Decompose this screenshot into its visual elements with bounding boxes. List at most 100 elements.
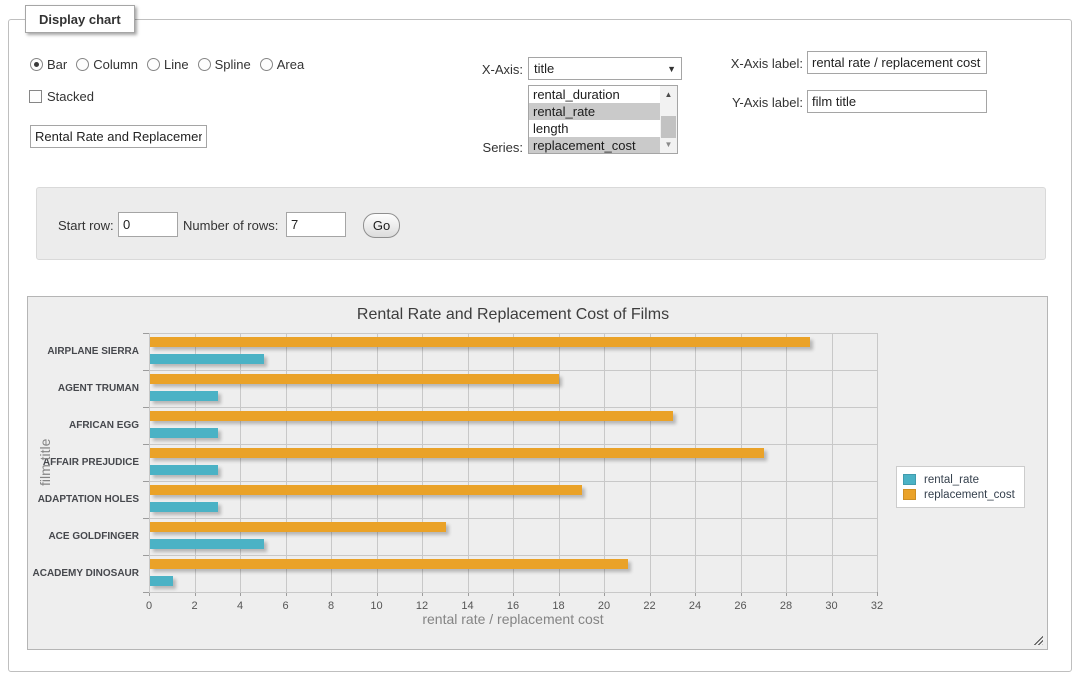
resize-handle-icon[interactable] bbox=[1032, 634, 1043, 645]
bar-rental_rate bbox=[150, 428, 218, 438]
x-axis-select-value: title bbox=[529, 61, 667, 76]
chart-type-option-line[interactable]: Line bbox=[147, 57, 189, 72]
legend-swatch-replacement_cost bbox=[903, 489, 916, 500]
num-rows-input[interactable] bbox=[286, 212, 346, 237]
row-range-panel: Start row: Number of rows: Go bbox=[36, 187, 1046, 260]
bar-rental_rate bbox=[150, 502, 218, 512]
radio-icon[interactable] bbox=[30, 58, 43, 71]
bar-rental_rate bbox=[150, 539, 264, 549]
series-option-rental_rate[interactable]: rental_rate bbox=[529, 103, 660, 120]
chart-type-option-label: Column bbox=[93, 57, 138, 72]
bar-replacement_cost bbox=[150, 374, 559, 384]
chart-type-option-label: Spline bbox=[215, 57, 251, 72]
bar-replacement_cost bbox=[150, 522, 446, 532]
series-options: rental_durationrental_ratelengthreplacem… bbox=[529, 86, 660, 153]
chart-type-option-area[interactable]: Area bbox=[260, 57, 304, 72]
radio-icon[interactable] bbox=[76, 58, 89, 71]
bar-rental_rate bbox=[150, 465, 218, 475]
y-tick-mark bbox=[143, 555, 149, 556]
y-axis-label-label: Y-Axis label: bbox=[700, 95, 803, 110]
x-axis-select[interactable]: title ▼ bbox=[528, 57, 682, 80]
y-tick-mark bbox=[143, 444, 149, 445]
legend-entry-rental_rate: rental_rate bbox=[903, 472, 1015, 487]
series-listbox-scrollbar[interactable]: ▲ ▼ bbox=[660, 86, 677, 153]
legend-swatch-rental_rate bbox=[903, 474, 916, 485]
series-option-rental_duration[interactable]: rental_duration bbox=[529, 86, 660, 103]
gridline bbox=[741, 333, 742, 592]
x-axis-label-input[interactable] bbox=[807, 51, 987, 74]
start-row-input[interactable] bbox=[118, 212, 178, 237]
gridline bbox=[832, 333, 833, 592]
gridline bbox=[604, 333, 605, 592]
radio-icon[interactable] bbox=[147, 58, 160, 71]
y-tick-mark bbox=[143, 592, 149, 593]
bar-replacement_cost bbox=[150, 448, 764, 458]
series-option-length[interactable]: length bbox=[529, 120, 660, 137]
fieldset-legend: Display chart bbox=[25, 5, 135, 33]
chart-title-input[interactable] bbox=[30, 125, 207, 148]
chart-type-option-bar[interactable]: Bar bbox=[30, 57, 67, 72]
gridline bbox=[331, 333, 332, 592]
start-row-label: Start row: bbox=[58, 218, 114, 233]
series-listbox[interactable]: rental_durationrental_ratelengthreplacem… bbox=[528, 85, 678, 154]
y-axis-title: film title bbox=[36, 333, 54, 592]
scroll-down-icon: ▼ bbox=[665, 140, 673, 149]
go-button[interactable]: Go bbox=[363, 213, 400, 238]
page: Display chart Bar Column Line Spline Area St… bbox=[0, 0, 1081, 681]
legend-label: replacement_cost bbox=[924, 489, 1015, 501]
bar-replacement_cost bbox=[150, 485, 582, 495]
radio-icon[interactable] bbox=[198, 58, 211, 71]
gridline bbox=[149, 481, 877, 482]
chart-title: Rental Rate and Replacement Cost of Film… bbox=[149, 306, 877, 324]
gridline bbox=[240, 333, 241, 592]
chart-type-option-spline[interactable]: Spline bbox=[198, 57, 251, 72]
chart-type-radio-group: Bar Column Line Spline Area bbox=[30, 57, 304, 72]
y-tick-mark bbox=[143, 518, 149, 519]
bar-rental_rate bbox=[150, 354, 264, 364]
gridline bbox=[149, 370, 877, 371]
gridline bbox=[377, 333, 378, 592]
y-tick-mark bbox=[143, 333, 149, 334]
scroll-up-button[interactable]: ▲ bbox=[660, 86, 677, 103]
bar-rental_rate bbox=[150, 576, 173, 586]
stacked-checkbox[interactable]: Stacked bbox=[29, 89, 94, 104]
gridline bbox=[149, 518, 877, 519]
gridline bbox=[149, 407, 877, 408]
gridline bbox=[468, 333, 469, 592]
checkbox-icon[interactable] bbox=[29, 90, 42, 103]
gridline bbox=[195, 333, 196, 592]
y-axis-label-input[interactable] bbox=[807, 90, 987, 113]
gridline bbox=[149, 592, 877, 593]
bar-replacement_cost bbox=[150, 411, 673, 421]
chart-type-option-column[interactable]: Column bbox=[76, 57, 138, 72]
y-tick-mark bbox=[143, 370, 149, 371]
gridline bbox=[149, 333, 150, 592]
legend-label: rental_rate bbox=[924, 474, 979, 486]
series-option-replacement_cost[interactable]: replacement_cost bbox=[529, 137, 660, 154]
chart-type-option-label: Area bbox=[277, 57, 304, 72]
x-axis-title: rental rate / replacement cost bbox=[149, 611, 877, 627]
scroll-down-button[interactable]: ▼ bbox=[660, 136, 677, 153]
gridline bbox=[786, 333, 787, 592]
x-tick-mark bbox=[877, 592, 878, 596]
gridline bbox=[149, 555, 877, 556]
series-list-label: Series: bbox=[430, 140, 523, 155]
chart-type-option-label: Line bbox=[164, 57, 189, 72]
gridline bbox=[559, 333, 560, 592]
y-tick-mark bbox=[143, 481, 149, 482]
scrollbar-thumb[interactable] bbox=[661, 116, 676, 138]
radio-icon[interactable] bbox=[260, 58, 273, 71]
gridline bbox=[149, 333, 877, 334]
y-tick-mark bbox=[143, 407, 149, 408]
gridline bbox=[149, 444, 877, 445]
bar-replacement_cost bbox=[150, 559, 628, 569]
scroll-up-icon: ▲ bbox=[665, 90, 673, 99]
gridline bbox=[422, 333, 423, 592]
gridline bbox=[650, 333, 651, 592]
legend-entry-replacement_cost: replacement_cost bbox=[903, 487, 1015, 502]
chart-type-option-label: Bar bbox=[47, 57, 67, 72]
bar-rental_rate bbox=[150, 391, 218, 401]
bar-replacement_cost bbox=[150, 337, 810, 347]
num-rows-label: Number of rows: bbox=[183, 218, 278, 233]
gridline bbox=[877, 333, 878, 592]
